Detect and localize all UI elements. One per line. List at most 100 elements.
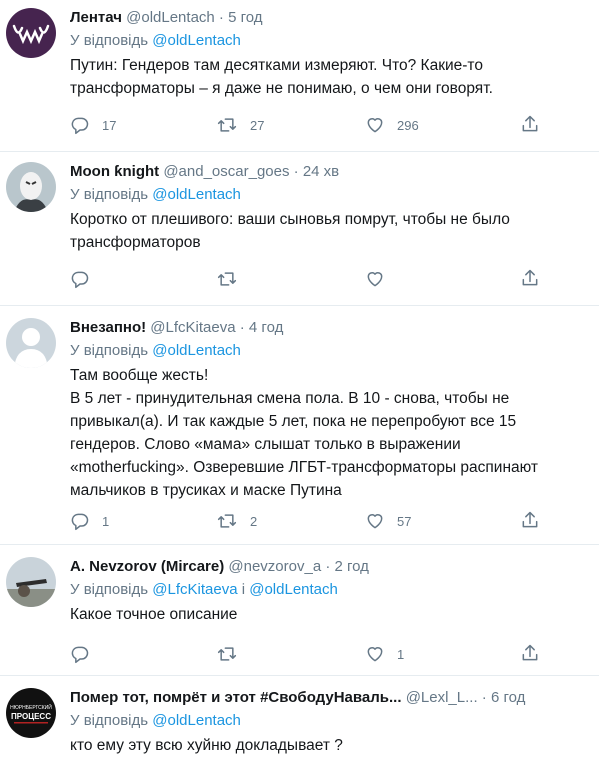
reply-context: У відповідь @oldLentach bbox=[70, 711, 589, 731]
tweet-actions: 17 27 296 bbox=[70, 113, 550, 137]
like-button[interactable]: 1 bbox=[365, 642, 404, 666]
tweet[interactable]: Лентач @oldLentach · 5 год У відповідь @… bbox=[0, 0, 599, 152]
reply-count: 1 bbox=[102, 513, 110, 529]
reply-mention[interactable]: @oldLentach bbox=[152, 342, 241, 359]
tweet-text-line: Коротко от плешивого: ваши сыновья помру… bbox=[70, 211, 510, 228]
retweet-icon bbox=[217, 272, 237, 286]
tweet-text-line: трансформаторы – я даже не понимаю, о че… bbox=[70, 80, 493, 97]
timestamp[interactable]: 5 год bbox=[228, 9, 262, 26]
retweet-icon bbox=[217, 118, 237, 132]
share-button[interactable] bbox=[520, 113, 540, 140]
share-button[interactable] bbox=[520, 509, 540, 536]
reply-prefix: У відповідь bbox=[70, 712, 149, 729]
tweet[interactable]: A. Nevzorov (Mircare) @nevzorov_a · 2 го… bbox=[0, 545, 599, 676]
reply-mention[interactable]: @oldLentach bbox=[249, 581, 338, 598]
display-name[interactable]: Помер тот, помрёт и этот #СвободуНаваль.… bbox=[70, 689, 402, 706]
user-handle[interactable]: @Lexl_L... bbox=[406, 689, 478, 706]
timestamp[interactable]: 24 хв bbox=[303, 163, 339, 180]
reply-context: У відповідь @oldLentach bbox=[70, 185, 589, 205]
like-count: 1 bbox=[397, 646, 405, 662]
separator-dot: · bbox=[218, 9, 224, 26]
tweet-text-line: привыкал(а). И так каждые 5 лет, пока не… bbox=[70, 413, 517, 430]
retweet-count: 2 bbox=[250, 513, 258, 529]
retweet-button[interactable]: 27 bbox=[216, 113, 264, 137]
like-button[interactable]: 57 bbox=[365, 509, 411, 533]
reply-prefix: У відповідь bbox=[70, 581, 149, 598]
reply-mention[interactable]: @LfcKitaeva bbox=[152, 581, 237, 598]
display-name[interactable]: Moon ƙnight bbox=[70, 163, 159, 180]
tweet-text: Путин: Гендеров там десятками измеряют. … bbox=[70, 54, 589, 100]
share-icon bbox=[522, 511, 538, 528]
tweet-text-line: «motherfucking». Озверевшие ЛГБТ-трансфо… bbox=[70, 459, 539, 476]
like-icon bbox=[367, 118, 383, 133]
reply-mention[interactable]: @oldLentach bbox=[152, 186, 241, 203]
tweet-header: Помер тот, помрёт и этот #СвободуНаваль.… bbox=[70, 688, 589, 708]
tweet[interactable]: Moon ƙnight @and_oscar_goes · 24 хв У ві… bbox=[0, 152, 599, 306]
reply-mention[interactable]: @oldLentach bbox=[152, 32, 241, 49]
tweet-text-line: Там вообще жесть! bbox=[70, 367, 209, 384]
avatar[interactable] bbox=[6, 8, 56, 58]
tweet[interactable]: Внезапно! @LfcKitaeva · 4 год У відповід… bbox=[0, 306, 599, 545]
share-icon bbox=[522, 115, 538, 132]
avatar[interactable] bbox=[6, 557, 56, 607]
reply-joiner: і bbox=[241, 581, 246, 598]
tweet-text-line: Какое точное описание bbox=[70, 606, 238, 623]
like-count: 57 bbox=[397, 513, 412, 529]
timestamp[interactable]: 2 год bbox=[335, 558, 369, 575]
like-icon bbox=[367, 514, 383, 529]
retweet-button[interactable] bbox=[216, 267, 250, 291]
reply-button[interactable]: 17 bbox=[70, 113, 116, 137]
like-icon bbox=[367, 647, 383, 662]
share-button[interactable] bbox=[520, 267, 540, 294]
share-icon bbox=[522, 644, 538, 661]
tweet-text: Какое точное описание bbox=[70, 603, 589, 626]
tweet-text: Там вообще жесть! В 5 лет - принудительн… bbox=[70, 364, 589, 502]
like-button[interactable] bbox=[365, 267, 397, 291]
reply-context: У відповідь @oldLentach bbox=[70, 341, 589, 361]
separator-dot: · bbox=[239, 319, 245, 336]
retweet-button[interactable] bbox=[216, 642, 250, 666]
separator-dot: · bbox=[325, 558, 331, 575]
timestamp[interactable]: 6 год bbox=[491, 689, 525, 706]
tweet-text-line: мальчиков в трусиках и маске Путина bbox=[70, 482, 342, 499]
like-button[interactable]: 296 bbox=[365, 113, 419, 137]
reply-button[interactable]: 1 bbox=[70, 509, 109, 533]
avatar[interactable]: НЮРНБЕРГСКИЙ ПРОЦЕСС bbox=[6, 688, 56, 738]
tweet-header: A. Nevzorov (Mircare) @nevzorov_a · 2 го… bbox=[70, 557, 589, 577]
separator-dot: · bbox=[293, 163, 299, 180]
display-name[interactable]: Лентач bbox=[70, 9, 122, 26]
avatar-caption: НЮРНБЕРГСКИЙ bbox=[10, 703, 52, 711]
reply-context: У відповідь @oldLentach bbox=[70, 31, 589, 51]
display-name[interactable]: Внезапно! bbox=[70, 319, 146, 336]
user-handle[interactable]: @nevzorov_a bbox=[228, 558, 321, 575]
tweet-actions: 1 bbox=[70, 642, 550, 666]
reply-icon bbox=[71, 646, 89, 664]
like-count: 296 bbox=[397, 117, 419, 133]
user-handle[interactable]: @LfcKitaeva bbox=[150, 319, 235, 336]
user-handle[interactable]: @and_oscar_goes bbox=[163, 163, 289, 180]
tweet-text-line: Путин: Гендеров там десятками измеряют. … bbox=[70, 57, 483, 74]
avatar[interactable] bbox=[6, 318, 56, 368]
reply-icon bbox=[71, 513, 89, 531]
tweet-text: кто ему эту всю хуйню докладывает ? bbox=[70, 734, 589, 757]
display-name[interactable]: A. Nevzorov (Mircare) bbox=[70, 558, 224, 575]
tweet[interactable]: НЮРНБЕРГСКИЙ ПРОЦЕСС Помер тот, помрёт и… bbox=[0, 676, 599, 771]
share-button[interactable] bbox=[520, 642, 540, 669]
tweet-text-line: гендеров. Слово «мама» слышат только в в… bbox=[70, 436, 461, 453]
tweet-header: Лентач @oldLentach · 5 год bbox=[70, 8, 589, 28]
user-handle[interactable]: @oldLentach bbox=[126, 9, 215, 26]
reply-prefix: У відповідь bbox=[70, 342, 149, 359]
tweet-header: Внезапно! @LfcKitaeva · 4 год bbox=[70, 318, 589, 338]
like-icon bbox=[367, 272, 383, 287]
timestamp[interactable]: 4 год bbox=[249, 319, 283, 336]
reply-mention[interactable]: @oldLentach bbox=[152, 712, 241, 729]
retweet-button[interactable]: 2 bbox=[216, 509, 257, 533]
reply-context: У відповідь @LfcKitaeva і @oldLentach bbox=[70, 580, 589, 600]
share-icon bbox=[522, 269, 538, 286]
reply-button[interactable] bbox=[70, 267, 102, 291]
tweet-actions: 1 2 57 bbox=[70, 509, 550, 533]
retweet-count: 27 bbox=[250, 117, 265, 133]
separator-dot: · bbox=[481, 689, 487, 706]
avatar[interactable] bbox=[6, 162, 56, 212]
reply-button[interactable] bbox=[70, 642, 102, 666]
